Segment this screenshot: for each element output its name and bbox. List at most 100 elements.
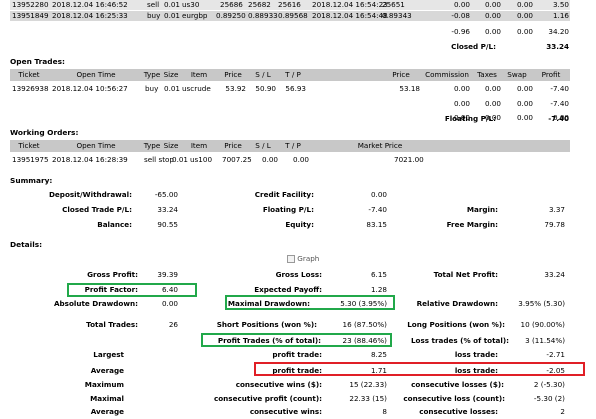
sub-commission: 0.00 <box>453 99 470 108</box>
credit-label: Credit Facility: <box>254 190 314 199</box>
balance-value: 90.55 <box>157 220 178 229</box>
total-net-label: Total Net Profit: <box>433 270 498 279</box>
swap-cell: 0.00 <box>516 11 533 20</box>
total-net-value: 33.24 <box>544 270 565 279</box>
maximal-consecutive-profit-label: consecutive profit (count): <box>213 394 322 403</box>
col-profit: Profit <box>541 70 561 79</box>
profit-factor-highlight <box>67 283 197 297</box>
item-cell: eurgbp <box>182 11 208 20</box>
maximal-consecutive-profit-value: 22.33 (15) <box>349 394 387 403</box>
loss-trades-value: 3 (11.54%) <box>525 336 565 345</box>
tp-cell: 0.00 <box>293 155 310 164</box>
sub-profit: -7.40 <box>550 99 569 108</box>
taxes-cell: 0.00 <box>484 84 501 93</box>
sl-cell: 25682 <box>248 0 271 9</box>
col-price: Price <box>224 141 242 150</box>
summary-title: Summary: <box>10 176 53 185</box>
max-consecutive-wins-label: consecutive wins ($): <box>235 380 322 389</box>
open-time-cell: 2018.12.04 10:56:27 <box>52 84 128 93</box>
graph-image: Graph <box>287 254 319 264</box>
margin-label: Margin: <box>466 205 498 214</box>
maximal-consecutive-loss-value: -5.30 (2) <box>533 394 565 403</box>
profit-cell: -7.40 <box>550 84 569 93</box>
gross-loss-label: Gross Loss: <box>275 270 322 279</box>
average-label: Average <box>90 366 124 375</box>
open-trades-header: Ticket Open Time Type Size Item Price S … <box>10 69 570 81</box>
profit-cell: 1.16 <box>552 11 569 20</box>
col-sl: S / L <box>255 70 271 79</box>
largest-profit-value: 8.25 <box>370 350 387 359</box>
close-price-cell: 25651 <box>382 0 405 9</box>
short-positions-value: 16 (87.50%) <box>342 320 387 329</box>
relative-drawdown-value: 3.95% (5.30) <box>518 299 565 308</box>
short-positions-label: Short Positions (won %): <box>216 320 317 329</box>
type-cell: buy <box>145 84 159 93</box>
total-swap: 0.00 <box>516 27 533 36</box>
ticket-cell: 13952280 <box>12 0 49 9</box>
item-cell: uscrude <box>182 84 211 93</box>
working-orders-title: Working Orders: <box>10 128 79 137</box>
tp-cell: 56.93 <box>285 84 306 93</box>
col-ticket: Ticket <box>18 70 40 79</box>
col-open-time: Open Time <box>76 141 116 150</box>
sl-cell: 0.00 <box>262 155 279 164</box>
profit-trades-highlight <box>201 333 392 347</box>
col-taxes: Taxes <box>477 70 497 79</box>
size-cell: 0.01 <box>164 0 181 9</box>
col-size: Size <box>163 141 179 150</box>
open-time-cell: 2018.12.04 16:46:52 <box>52 0 128 9</box>
open-time-cell: 2018.12.04 16:28:39 <box>52 155 128 164</box>
sl-cell: 50.90 <box>255 84 276 93</box>
ticket-cell: 13951849 <box>12 11 49 20</box>
maximal-label: Maximal <box>90 394 124 403</box>
col-sl: S / L <box>255 141 271 150</box>
closed-pl-value: 33.24 <box>546 42 569 51</box>
market-price-cell: 7021.00 <box>394 155 424 164</box>
largest-profit-label: profit trade: <box>272 350 322 359</box>
col-swap: Swap <box>507 70 527 79</box>
total-trades-label: Total Trades: <box>86 320 138 329</box>
floating-pl-label: Floating P/L: <box>444 114 496 123</box>
closed-pl-label: Closed P/L: <box>451 42 496 51</box>
absolute-drawdown-value: 0.00 <box>161 299 178 308</box>
working-orders-header: Ticket Open Time Type Size Item Price S … <box>10 140 570 152</box>
taxes-cell: 0.00 <box>484 11 501 20</box>
equity-label: Equity: <box>285 220 314 229</box>
margin-value: 3.37 <box>548 205 565 214</box>
largest-label: Largest <box>93 350 124 359</box>
swap-cell: 0.00 <box>516 0 533 9</box>
col-size: Size <box>163 70 179 79</box>
total-taxes: 0.00 <box>484 27 501 36</box>
credit-value: 0.00 <box>370 190 387 199</box>
type-cell: sell <box>147 0 160 9</box>
close-time-cell: 2018.12.04 16:54:23 <box>312 0 388 9</box>
close-time-cell: 2018.12.04 16:54:48 <box>312 11 388 20</box>
price-cell: 0.89250 <box>216 11 246 20</box>
maximal-consecutive-loss-label: consecutive loss (count): <box>403 394 505 403</box>
max-consecutive-wins-value: 15 (22.33) <box>349 380 387 389</box>
col-tp: T / P <box>285 141 301 150</box>
col-item: Item <box>190 141 208 150</box>
average-consecutive-label: Average <box>90 407 124 416</box>
deposit-value: -65.00 <box>154 190 178 199</box>
gross-profit-label: Gross Profit: <box>87 270 138 279</box>
size-cell: 0.01 <box>172 155 189 164</box>
max-consecutive-losses-label: consecutive losses ($): <box>411 380 504 389</box>
col-tp: T / P <box>285 70 301 79</box>
absolute-drawdown-label: Absolute Drawdown: <box>53 299 138 308</box>
free-margin-value: 79.78 <box>544 220 565 229</box>
col-commission: Commission <box>425 70 469 79</box>
expected-payoff-label: Expected Payoff: <box>254 285 322 294</box>
gross-loss-value: 6.15 <box>370 270 387 279</box>
open-trades-title: Open Trades: <box>10 57 65 66</box>
taxes-cell: 0.00 <box>484 0 501 9</box>
ticket-cell: 13926938 <box>12 84 49 93</box>
details-title: Details: <box>10 240 43 249</box>
largest-loss-value: -2.71 <box>546 350 565 359</box>
avg-consecutive-wins-value: 8 <box>382 407 387 416</box>
working-order-row: 13951975 2018.12.04 16:28:39 sell stop 0… <box>10 155 570 165</box>
avg-consecutive-wins-label: consecutive wins: <box>249 407 322 416</box>
loss-trades-label: Loss trades (% of total): <box>410 336 509 345</box>
long-positions-label: Long Positions (won %): <box>407 320 505 329</box>
col-price: Price <box>224 70 242 79</box>
